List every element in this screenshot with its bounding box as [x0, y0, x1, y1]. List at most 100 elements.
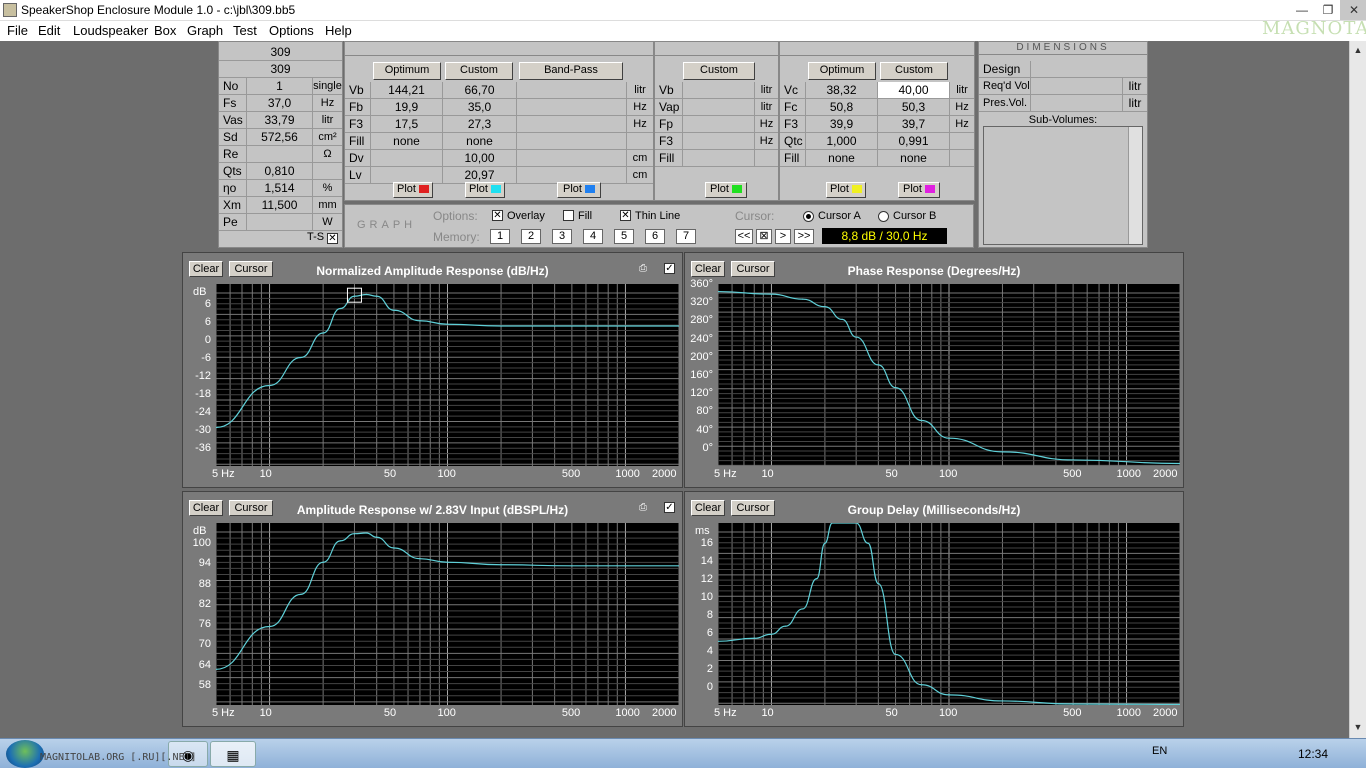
start-button[interactable]: [6, 740, 44, 768]
sub-volumes-scrollbar[interactable]: [1128, 127, 1142, 244]
cursor-next-button[interactable]: >: [775, 229, 791, 244]
ts-row-value[interactable]: 0,810: [247, 163, 313, 180]
radiator-row-unit: Hz: [755, 133, 778, 150]
vented-custom-value[interactable]: none: [443, 133, 517, 150]
memory-button-1[interactable]: 1: [490, 229, 510, 244]
closed-custom-value[interactable]: 40,00: [878, 82, 950, 99]
menu-box[interactable]: Box: [154, 23, 176, 38]
vented-custom-value[interactable]: 66,70: [443, 82, 517, 99]
printer-icon[interactable]: ⎙: [639, 263, 659, 274]
ts-row-value[interactable]: [247, 214, 313, 231]
cursor-b-radio[interactable]: [878, 211, 889, 222]
cursor-a-radio[interactable]: [803, 211, 814, 222]
closed-custom-button[interactable]: Custom: [880, 62, 948, 80]
vented-custom-value[interactable]: 10,00: [443, 150, 517, 167]
menu-file[interactable]: File: [7, 23, 28, 38]
ts-row-value[interactable]: [247, 146, 313, 163]
fill-label: Fill: [578, 210, 593, 222]
menu-help[interactable]: Help: [325, 23, 352, 38]
closed-custom-value[interactable]: none: [878, 150, 950, 167]
data-point: [322, 561, 324, 563]
minimize-button[interactable]: —: [1288, 0, 1316, 20]
close-button[interactable]: ✕: [1340, 0, 1366, 20]
data-point: [784, 625, 787, 627]
closed-custom-value[interactable]: 50,3: [878, 99, 950, 116]
overlay-checkbox[interactable]: ✕: [492, 210, 503, 221]
chart-plot-area[interactable]: [216, 284, 679, 466]
radiator-value[interactable]: [683, 150, 755, 167]
vented-custom-value[interactable]: 27,3: [443, 116, 517, 133]
closed-custom-plot-button[interactable]: Plot: [898, 182, 940, 198]
memory-button-7[interactable]: 7: [676, 229, 696, 244]
fill-checkbox[interactable]: [563, 210, 574, 221]
vented-custom-plot-button[interactable]: Plot: [465, 182, 505, 198]
closed-optimum-plot-button[interactable]: Plot: [826, 182, 866, 198]
vented-optimum-button[interactable]: Optimum: [373, 62, 441, 80]
chart-overlay-checkbox[interactable]: ✓: [664, 502, 675, 513]
scroll-up-arrow[interactable]: ▲: [1352, 44, 1364, 56]
radiator-value[interactable]: [683, 116, 755, 133]
reqd-vol-label: Req'd Vol.: [979, 78, 1031, 95]
menu-loudspeaker[interactable]: Loudspeaker: [73, 23, 148, 38]
chart-plot-area[interactable]: [718, 284, 1180, 466]
ts-checkbox[interactable]: ✕: [327, 233, 338, 244]
x-tick-label: 5 Hz: [714, 707, 737, 719]
ts-row-value[interactable]: 572,56: [247, 129, 313, 146]
cursor-center-button[interactable]: ⊠: [756, 229, 772, 244]
memory-button-4[interactable]: 4: [583, 229, 603, 244]
ts-row-value[interactable]: 1,514: [247, 180, 313, 197]
app-icon: [3, 3, 17, 17]
thin-line-checkbox[interactable]: ✕: [620, 210, 631, 221]
printer-icon[interactable]: ⎙: [639, 502, 659, 513]
blue-swatch: [584, 185, 595, 194]
vented-custom-value[interactable]: 35,0: [443, 99, 517, 116]
chart-plot-area[interactable]: [718, 523, 1180, 705]
radiator-value[interactable]: [683, 133, 755, 150]
menu-edit[interactable]: Edit: [38, 23, 60, 38]
vented-row-unit: litr: [627, 82, 653, 99]
radiator-value[interactable]: [683, 99, 755, 116]
ts-row-value[interactable]: 11,500: [247, 197, 313, 214]
data-point: [339, 307, 341, 310]
ts-row-value[interactable]: 37,0: [247, 95, 313, 112]
memory-button-6[interactable]: 6: [645, 229, 665, 244]
vented-custom-button[interactable]: Custom: [445, 62, 513, 80]
bandpass-value: [517, 150, 627, 167]
menu-graph[interactable]: Graph: [187, 23, 223, 38]
closed-custom-value[interactable]: 39,7: [878, 116, 950, 133]
scroll-down-arrow[interactable]: ▼: [1352, 721, 1364, 733]
menu-test[interactable]: Test: [233, 23, 257, 38]
radiator-plot-button[interactable]: Plot: [705, 182, 747, 198]
radiator-value[interactable]: [683, 82, 755, 99]
chart-plot-area[interactable]: [216, 523, 679, 705]
x-tick-label: 10: [761, 468, 774, 480]
memory-button-2[interactable]: 2: [521, 229, 541, 244]
band-pass-button[interactable]: Band-Pass: [519, 62, 623, 80]
taskbar: ◉ ▦ EN 12:34: [0, 738, 1366, 768]
memory-button-3[interactable]: 3: [552, 229, 572, 244]
cursor-last-button[interactable]: >>: [794, 229, 814, 244]
cursor-first-button[interactable]: <<: [735, 229, 753, 244]
ts-row-value[interactable]: 1: [247, 78, 313, 95]
memory-button-5[interactable]: 5: [614, 229, 634, 244]
closed-optimum-button[interactable]: Optimum: [808, 62, 876, 80]
closed-row-label: Fc: [780, 99, 806, 116]
x-tick-label: 2000: [1153, 707, 1178, 719]
driver-name-1: 309: [219, 44, 342, 61]
clock[interactable]: 12:34: [1298, 747, 1328, 761]
closed-custom-value[interactable]: 0,991: [878, 133, 950, 150]
radiator-custom-button[interactable]: Custom: [683, 62, 755, 80]
chart-overlay-checkbox[interactable]: ✓: [664, 263, 675, 274]
menu-options[interactable]: Options: [269, 23, 314, 38]
sub-volumes-list[interactable]: [983, 126, 1143, 245]
chart-panel-3: Clear Cursor Amplitude Response w/ 2.83V…: [182, 491, 683, 727]
maximize-button[interactable]: ❐: [1314, 0, 1342, 20]
vertical-scrollbar[interactable]: ▲ ▼: [1349, 41, 1366, 738]
speakershop-taskbar-icon[interactable]: ▦: [210, 741, 256, 767]
vented-optimum-plot-button[interactable]: Plot: [393, 182, 433, 198]
ts-row-value[interactable]: 33,79: [247, 112, 313, 129]
ts-row-label: Pe: [219, 214, 247, 231]
y-tick-label: -30: [195, 424, 211, 436]
bandpass-plot-button[interactable]: Plot: [557, 182, 601, 198]
language-indicator[interactable]: EN: [1152, 745, 1167, 757]
